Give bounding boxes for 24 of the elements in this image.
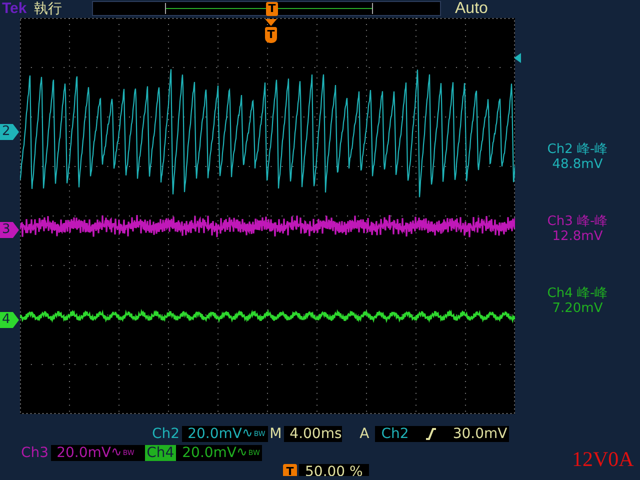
trigger-position-marker: T [283, 464, 297, 476]
channel-label: Ch3 [20, 445, 50, 461]
trigger-readout: Ch2 30.0mV [375, 426, 510, 442]
run-status: 執行 [34, 0, 63, 18]
channel-marker[interactable]: 2 [0, 124, 19, 140]
measurement-value: 12.8mV [552, 229, 603, 244]
channel-label: Ch2 [151, 426, 181, 442]
measurement-value: 48.8mV [552, 157, 603, 172]
trigger-mode: Auto [455, 0, 488, 18]
trigger-position-readout: 50.00 % [299, 464, 369, 476]
trigger-pointer-icon [265, 19, 277, 26]
timebase-label: M [268, 426, 283, 442]
trigger-label: A [358, 426, 370, 442]
timebase-readout: 4.00ms [284, 426, 342, 442]
brand-logo: Tek [2, 0, 28, 17]
trigger-position-marker: T [266, 2, 278, 16]
channel-marker[interactable]: 4 [0, 312, 19, 328]
measurement-label: Ch3 峰-峰 [547, 214, 608, 229]
measurement-value: 7.20mV [552, 301, 603, 316]
measurement-label: Ch2 峰-峰 [547, 142, 608, 157]
annotation-text: 12V0A [572, 447, 634, 472]
measurement-label: Ch4 峰-峰 [547, 286, 608, 301]
rising-edge-icon [424, 428, 437, 440]
channel-label: Ch4 [144, 445, 176, 461]
